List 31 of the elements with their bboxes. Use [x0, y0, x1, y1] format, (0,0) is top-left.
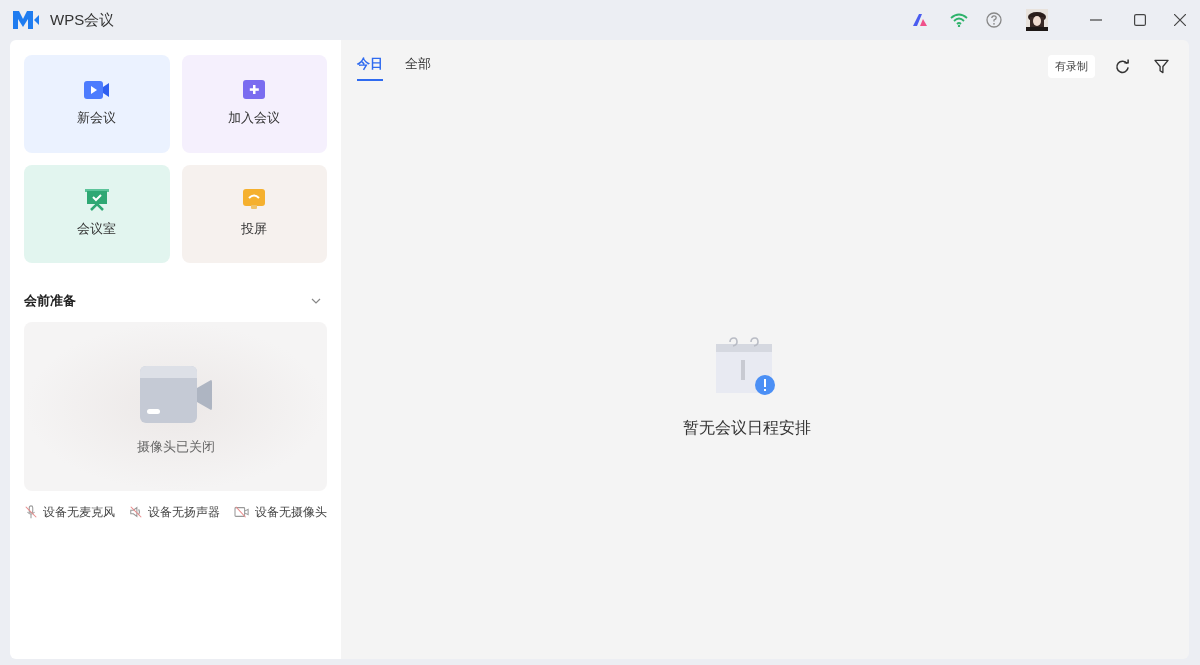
tab[interactable]: 今日 [357, 54, 383, 81]
refresh-icon[interactable] [1115, 59, 1130, 74]
device-status-text: 设备无麦克风 [43, 503, 115, 521]
close-icon[interactable] [1174, 14, 1186, 26]
presentation-board-icon [84, 189, 109, 212]
device-status-text: 设备无扬声器 [148, 503, 220, 521]
chevron-icon[interactable] [311, 297, 321, 304]
camera-status-text: 摄像头已关闭 [136, 437, 215, 456]
app-logo-icon [13, 11, 39, 29]
screen-cast-icon [243, 189, 266, 212]
quick-action-tile[interactable]: 加入会议 [181, 55, 327, 153]
section-title: 会前准备 [24, 292, 76, 310]
video-camera-icon [139, 365, 212, 424]
device-status-text: 设备无摄像头 [255, 503, 327, 521]
filter-icon[interactable] [1154, 59, 1169, 74]
maximize-icon[interactable] [1134, 14, 1146, 26]
video-camera-icon [83, 80, 110, 101]
recorded-filter-button[interactable]: 有录制 [1048, 55, 1095, 78]
window-title: WPS会议 [50, 9, 115, 30]
muted-camera-icon [234, 504, 250, 519]
quick-action-tile[interactable]: 会议室 [24, 165, 170, 263]
plus-icon [242, 80, 267, 101]
tab[interactable]: 全部 [405, 54, 431, 81]
calendar-icon [716, 335, 778, 398]
app-logo-icon[interactable] [912, 13, 928, 27]
help-icon[interactable] [986, 12, 1002, 28]
quick-action-tile[interactable]: 新会议 [24, 55, 170, 153]
muted-microphone-icon [24, 504, 38, 519]
quick-action-tile[interactable]: 投屏 [181, 165, 327, 263]
muted-speaker-icon [129, 504, 143, 519]
empty-state-text: 暂无会议日程安排 [683, 417, 811, 438]
